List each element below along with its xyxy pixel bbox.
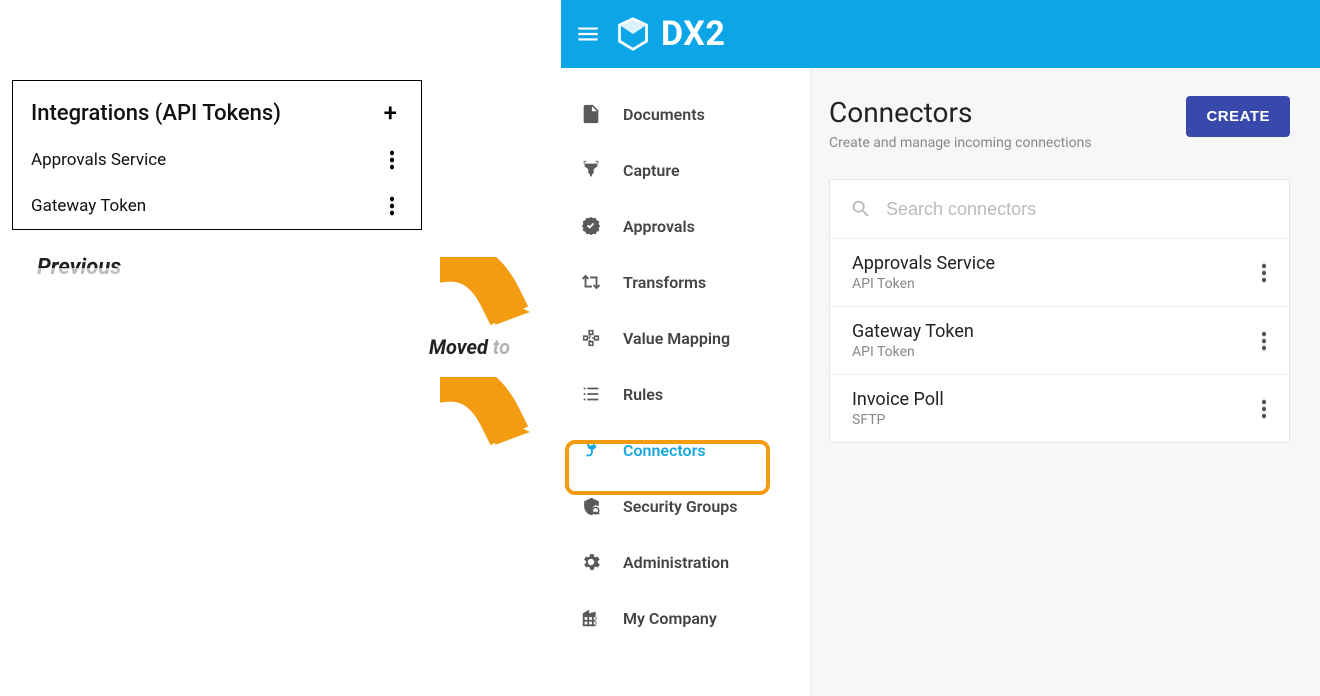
doc-icon bbox=[579, 102, 603, 126]
sidebar: Documents Capture Approvals Transforms Value… bbox=[561, 68, 811, 696]
admin-icon bbox=[579, 550, 603, 574]
integration-row[interactable]: Gateway Token bbox=[13, 183, 421, 229]
transforms-icon bbox=[579, 270, 603, 294]
connector-row[interactable]: Invoice Poll SFTP bbox=[830, 375, 1289, 442]
sidebar-item-label: Capture bbox=[623, 161, 680, 180]
connector-name: Approvals Service bbox=[852, 253, 995, 274]
sidebar-item-security-groups[interactable]: Security Groups bbox=[561, 478, 810, 534]
connector-name: Gateway Token bbox=[852, 321, 974, 342]
integrations-header: Integrations (API Tokens) + bbox=[13, 81, 421, 137]
sidebar-item-label: My Company bbox=[623, 609, 717, 628]
integration-row-label: Approvals Service bbox=[31, 150, 166, 170]
arrow-icon bbox=[440, 377, 530, 447]
brand-text: DX2 bbox=[661, 14, 725, 54]
app-body: Documents Capture Approvals Transforms Value… bbox=[561, 68, 1320, 696]
sidebar-item-documents[interactable]: Documents bbox=[561, 86, 810, 142]
main-content: Connectors Create and manage incoming co… bbox=[811, 68, 1320, 696]
search-icon bbox=[850, 198, 872, 220]
integration-row[interactable]: Approvals Service bbox=[13, 137, 421, 183]
sidebar-item-label: Documents bbox=[623, 105, 705, 124]
connectors-icon bbox=[579, 438, 603, 462]
sidebar-item-label: Administration bbox=[623, 553, 729, 572]
app-window: DX2 Documents Capture Approvals Transforms V… bbox=[561, 0, 1320, 696]
previous-panel: Integrations (API Tokens) + Approvals Se… bbox=[12, 80, 422, 280]
mapping-icon bbox=[579, 326, 603, 350]
more-icon[interactable] bbox=[1261, 330, 1267, 352]
sidebar-item-label: Rules bbox=[623, 385, 663, 404]
menu-icon[interactable] bbox=[575, 21, 601, 47]
connector-type: SFTP bbox=[852, 412, 944, 428]
integrations-title: Integrations (API Tokens) bbox=[31, 101, 281, 126]
sidebar-item-approvals[interactable]: Approvals bbox=[561, 198, 810, 254]
more-icon[interactable] bbox=[1261, 398, 1267, 420]
integration-row-label: Gateway Token bbox=[31, 196, 146, 216]
sidebar-item-my-company[interactable]: My Company bbox=[561, 590, 810, 646]
arrow-icon bbox=[440, 257, 530, 327]
sidebar-item-label: Connectors bbox=[623, 441, 706, 460]
rules-icon bbox=[579, 382, 603, 406]
sidebar-item-label: Approvals bbox=[623, 217, 695, 236]
sidebar-item-rules[interactable]: Rules bbox=[561, 366, 810, 422]
search-row bbox=[830, 180, 1289, 239]
connector-type: API Token bbox=[852, 276, 995, 292]
security-icon bbox=[579, 494, 603, 518]
sidebar-item-connectors[interactable]: Connectors bbox=[561, 422, 810, 478]
integrations-box: Integrations (API Tokens) + Approvals Se… bbox=[12, 80, 422, 230]
page-subtitle: Create and manage incoming connections bbox=[829, 135, 1092, 151]
connector-row[interactable]: Approvals Service API Token bbox=[830, 239, 1289, 307]
brand: DX2 bbox=[615, 14, 725, 54]
sidebar-item-administration[interactable]: Administration bbox=[561, 534, 810, 590]
sidebar-item-label: Security Groups bbox=[623, 497, 738, 516]
previous-caption: Previous bbox=[37, 255, 422, 280]
brand-logo-icon bbox=[615, 16, 651, 52]
more-icon[interactable] bbox=[1261, 262, 1267, 284]
topbar: DX2 bbox=[561, 0, 1320, 68]
more-icon[interactable] bbox=[389, 195, 395, 217]
more-icon[interactable] bbox=[389, 149, 395, 171]
connector-type: API Token bbox=[852, 344, 974, 360]
connector-row[interactable]: Gateway Token API Token bbox=[830, 307, 1289, 375]
search-input[interactable] bbox=[886, 199, 1269, 220]
main-header: Connectors Create and manage incoming co… bbox=[829, 96, 1290, 151]
add-icon[interactable]: + bbox=[384, 99, 397, 127]
sidebar-item-label: Value Mapping bbox=[623, 329, 730, 348]
sidebar-item-transforms[interactable]: Transforms bbox=[561, 254, 810, 310]
sidebar-item-value-mapping[interactable]: Value Mapping bbox=[561, 310, 810, 366]
sidebar-item-capture[interactable]: Capture bbox=[561, 142, 810, 198]
moved-to-caption: Moved to bbox=[429, 335, 510, 359]
connectors-card: Approvals Service API Token Gateway Token A… bbox=[829, 179, 1290, 443]
capture-icon bbox=[579, 158, 603, 182]
connector-name: Invoice Poll bbox=[852, 389, 944, 410]
page-title: Connectors bbox=[829, 96, 1092, 129]
company-icon bbox=[579, 606, 603, 630]
create-button[interactable]: CREATE bbox=[1186, 96, 1290, 137]
approvals-icon bbox=[579, 214, 603, 238]
sidebar-item-label: Transforms bbox=[623, 273, 706, 292]
